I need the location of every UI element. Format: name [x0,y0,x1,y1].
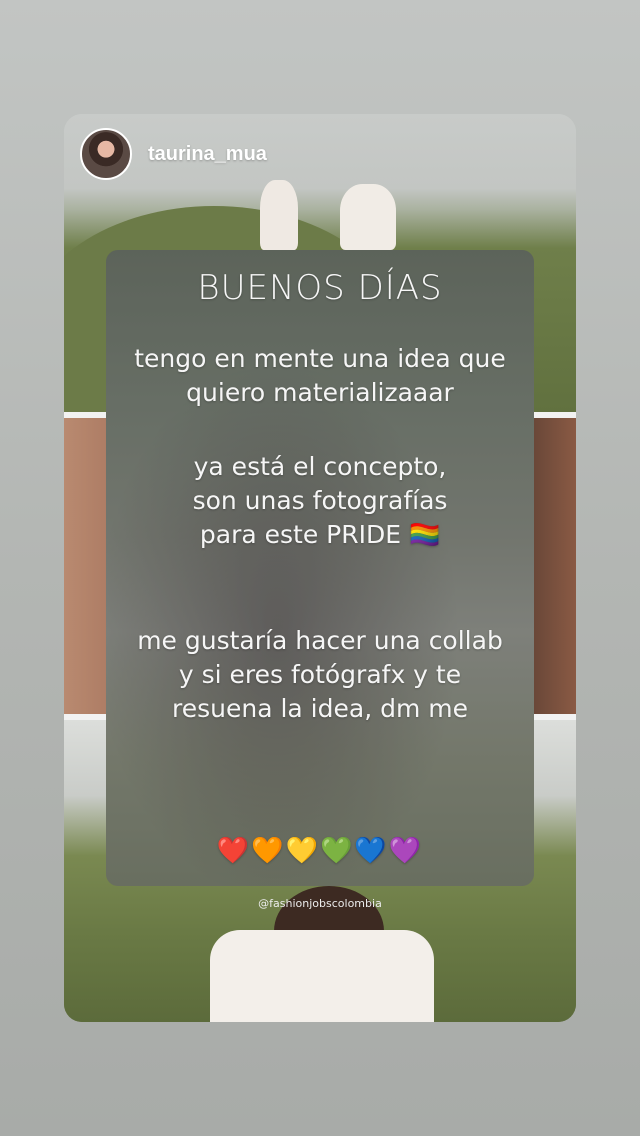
post-paragraph-text: ya está el concepto, son unas fotografía… [192,452,448,549]
rainbow-hearts: ❤️🧡💛💚💙💜 [216,836,424,866]
model-figure [340,184,396,250]
post-paragraph: ya está el concepto, son unas fotografía… [106,450,534,552]
post-paragraph: tengo en mente una idea que quiero mater… [106,342,534,410]
avatar[interactable] [80,128,132,180]
model-figure [260,180,298,250]
username[interactable]: taurina_mua [148,143,267,166]
model-figure [210,930,434,1022]
reposted-post-card[interactable]: BUENOS DÍAS tengo en mente una idea que … [106,250,534,886]
post-paragraph-text: me gustaría hacer una collab y si eres f… [137,626,503,723]
post-paragraph-text: tengo en mente una idea que quiero mater… [134,344,506,407]
post-greeting: BUENOS DÍAS [197,268,443,308]
story-header: taurina_mua [80,128,267,180]
photo-credit[interactable]: @fashionjobscolombia [0,897,640,910]
post-paragraph: me gustaría hacer una collab y si eres f… [106,624,534,726]
